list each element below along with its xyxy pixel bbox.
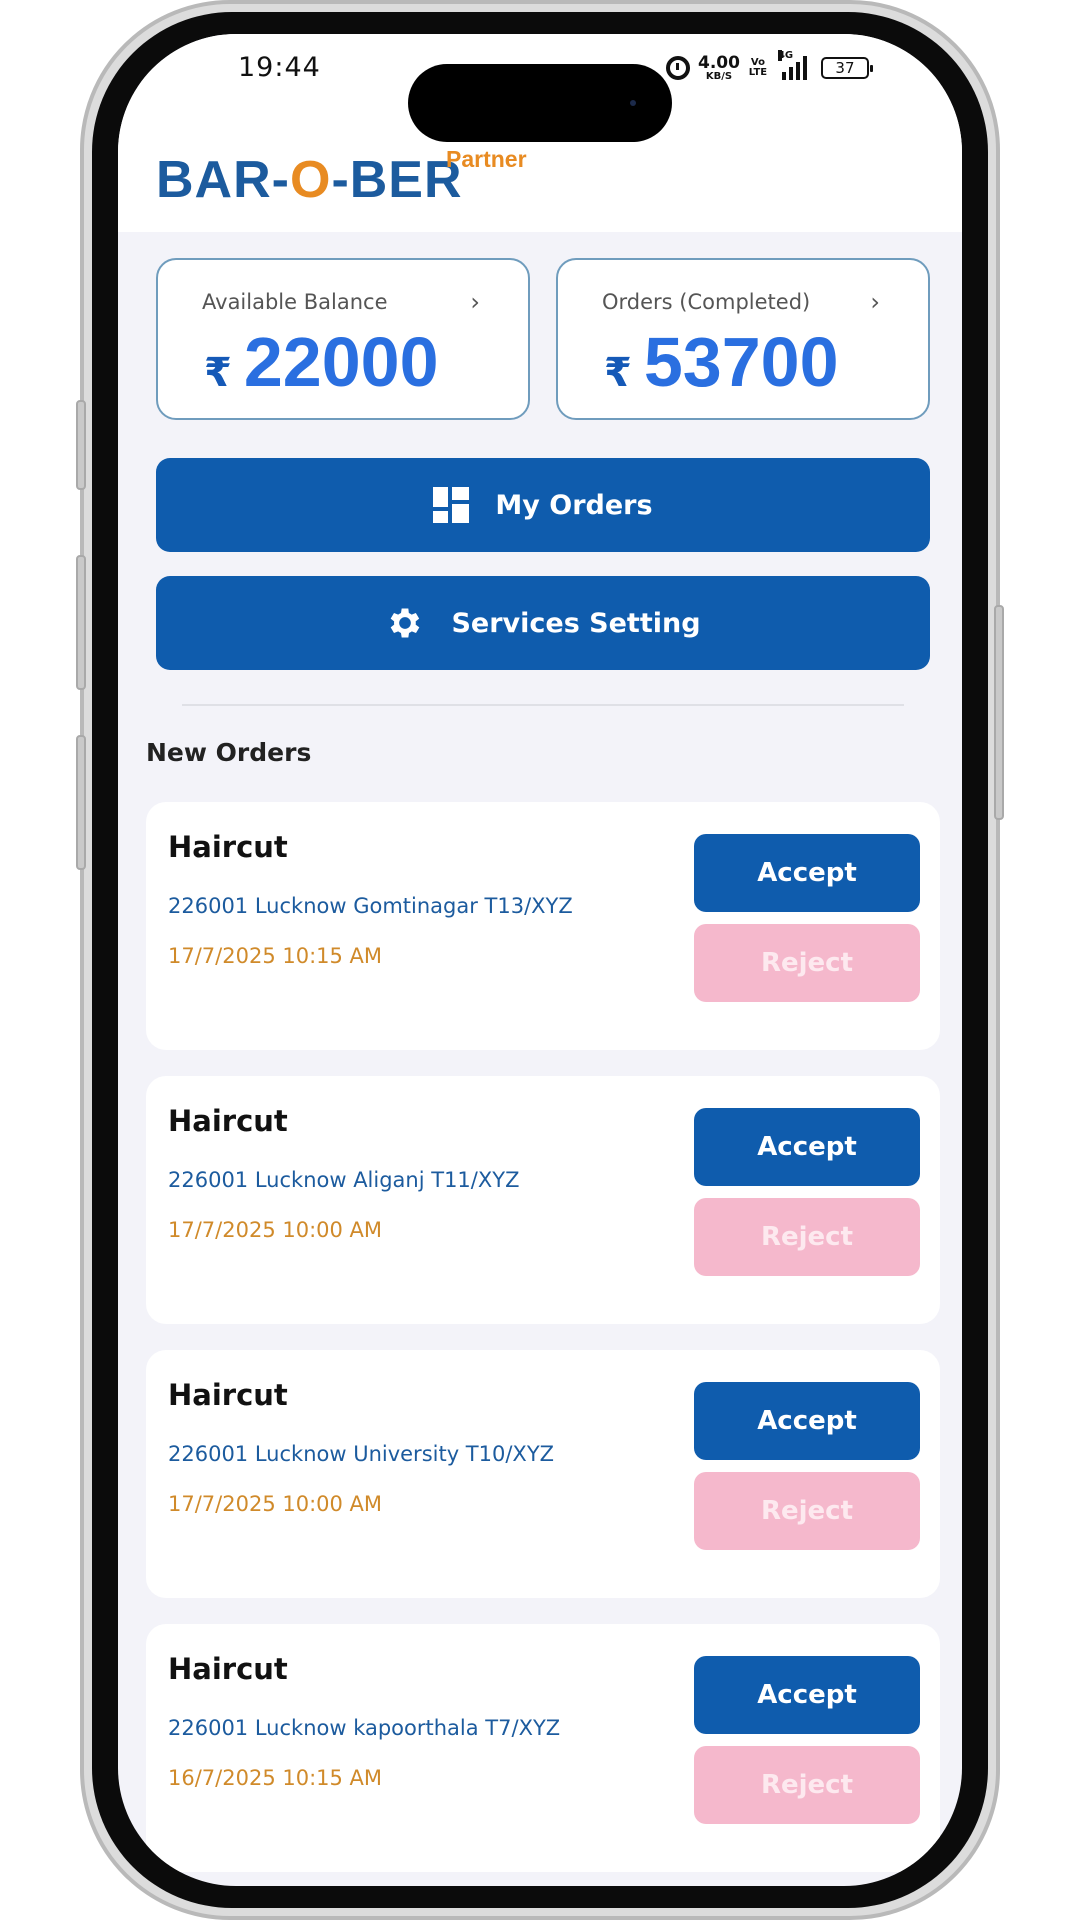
orders-completed-label: Orders (Completed) — [602, 290, 811, 314]
rupee-icon: ₹ — [204, 350, 232, 396]
order-card: Haircut 226001 Lucknow kapoorthala T7/XY… — [146, 1624, 940, 1872]
order-time: 17/7/2025 10:15 AM — [168, 944, 383, 968]
my-orders-button[interactable]: My Orders — [156, 458, 930, 552]
order-address: 226001 Lucknow kapoorthala T7/XYZ — [168, 1716, 561, 1740]
available-balance-label: Available Balance — [202, 290, 388, 314]
reject-button[interactable]: Reject — [694, 1746, 920, 1824]
order-address: 226001 Lucknow Aliganj T11/XYZ — [168, 1168, 520, 1192]
orders-completed-amount: 53700 — [643, 323, 839, 401]
network-speed-value: 4.00 — [698, 52, 740, 73]
accept-button[interactable]: Accept — [694, 1656, 920, 1734]
dashboard-icon — [433, 487, 470, 523]
network-speed-unit: KB/S — [705, 70, 733, 82]
accept-button[interactable]: Accept — [694, 1108, 920, 1186]
gear-icon — [391, 608, 420, 638]
camera-icon — [630, 100, 636, 106]
services-setting-button[interactable]: Services Setting — [156, 576, 930, 670]
network-speed: 4.00 KB/S — [698, 52, 740, 82]
reject-button[interactable]: Reject — [694, 924, 920, 1002]
phone-side-button — [76, 400, 86, 490]
chevron-right-icon: › — [870, 288, 880, 316]
phone-volume-up-button — [76, 555, 86, 690]
app-logo: BAR-O-BER — [156, 150, 463, 210]
available-balance-value: ₹ 22000 — [204, 322, 439, 402]
alarm-icon — [666, 56, 690, 80]
logo-subtitle: Partner — [446, 146, 527, 172]
logo-text-2: -BER — [331, 151, 463, 209]
services-setting-label: Services Setting — [451, 607, 701, 639]
orders-completed-value: ₹ 53700 — [604, 322, 839, 402]
volte-indicator: Vo LTE — [748, 57, 768, 78]
order-time: 17/7/2025 10:00 AM — [168, 1492, 383, 1516]
battery-icon: 37 — [820, 57, 873, 79]
rupee-icon: ₹ — [604, 350, 632, 396]
status-time: 19:44 — [238, 52, 321, 83]
divider — [182, 704, 904, 706]
status-icons: 4.00 KB/S Vo LTE 4G 37 — [666, 50, 873, 86]
order-card: Haircut 226001 Lucknow University T10/XY… — [146, 1350, 940, 1598]
order-service: Haircut — [168, 1104, 288, 1138]
logo-text-o: O — [289, 151, 332, 209]
order-card: Haircut 226001 Lucknow Gomtinagar T13/XY… — [146, 802, 940, 1050]
app-screen: 19:44 4.00 KB/S Vo LTE 4G 37 BAR-O-BER P… — [118, 34, 962, 1886]
phone-volume-down-button — [76, 735, 86, 870]
order-card: Haircut 226001 Lucknow Aliganj T11/XYZ 1… — [146, 1076, 940, 1324]
accept-button[interactable]: Accept — [694, 834, 920, 912]
reject-button[interactable]: Reject — [694, 1472, 920, 1550]
order-service: Haircut — [168, 830, 288, 864]
signal-icon: 4G — [776, 50, 807, 80]
accept-button[interactable]: Accept — [694, 1382, 920, 1460]
dynamic-island — [408, 64, 672, 142]
order-service: Haircut — [168, 1378, 288, 1412]
reject-button[interactable]: Reject — [694, 1198, 920, 1276]
available-balance-amount: 22000 — [243, 323, 439, 401]
order-address: 226001 Lucknow Gomtinagar T13/XYZ — [168, 894, 573, 918]
orders-completed-card[interactable]: Orders (Completed) › ₹ 53700 — [556, 258, 930, 420]
order-service: Haircut — [168, 1652, 288, 1686]
available-balance-card[interactable]: Available Balance › ₹ 22000 — [156, 258, 530, 420]
logo-text-1: BAR- — [156, 151, 290, 209]
order-time: 17/7/2025 10:00 AM — [168, 1218, 383, 1242]
order-time: 16/7/2025 10:15 AM — [168, 1766, 383, 1790]
chevron-right-icon: › — [470, 288, 480, 316]
phone-power-button — [994, 605, 1004, 820]
network-type: 4G — [777, 50, 794, 61]
app-header: 19:44 4.00 KB/S Vo LTE 4G 37 BAR-O-BER P… — [118, 34, 962, 232]
new-orders-heading: New Orders — [146, 738, 312, 767]
order-address: 226001 Lucknow University T10/XYZ — [168, 1442, 555, 1466]
my-orders-label: My Orders — [495, 489, 653, 521]
